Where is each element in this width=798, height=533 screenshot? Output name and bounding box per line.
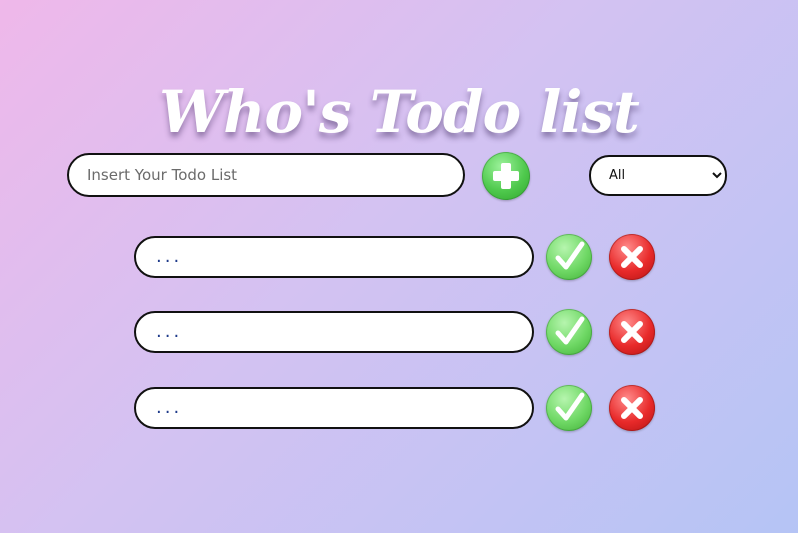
- todo-text: ...: [134, 387, 534, 429]
- todo-text: ...: [134, 236, 534, 278]
- check-icon: [555, 392, 585, 421]
- todo-text: ...: [134, 311, 534, 353]
- check-icon: [555, 241, 585, 270]
- todo-item: ...: [0, 385, 798, 433]
- todo-input[interactable]: [67, 153, 465, 197]
- x-icon: [621, 246, 643, 268]
- complete-button[interactable]: [546, 234, 592, 280]
- filter-select[interactable]: All: [589, 155, 727, 196]
- complete-button[interactable]: [546, 309, 592, 355]
- todo-item: ...: [0, 234, 798, 282]
- check-icon: [555, 316, 585, 345]
- x-icon: [621, 321, 643, 343]
- add-todo-button[interactable]: [482, 152, 530, 200]
- todo-item: ...: [0, 309, 798, 357]
- x-icon: [621, 397, 643, 419]
- complete-button[interactable]: [546, 385, 592, 431]
- delete-button[interactable]: [609, 234, 655, 280]
- delete-button[interactable]: [609, 385, 655, 431]
- page-title: Who's Todo list: [159, 77, 640, 146]
- delete-button[interactable]: [609, 309, 655, 355]
